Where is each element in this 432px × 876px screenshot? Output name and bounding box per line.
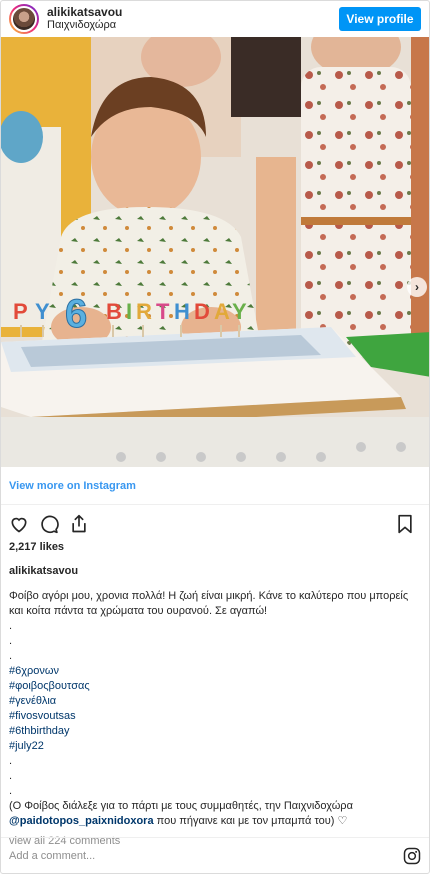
caption: Φοίβο αγόρι μου, χρονια πολλά! Η ζωή είν… — [1, 589, 429, 829]
location[interactable]: Παιχνιδοχώρα — [47, 19, 339, 32]
svg-text:Y: Y — [35, 299, 50, 324]
birthday-photo-illustration: P Y 6 B I R T H D A Y — [1, 37, 429, 467]
instagram-embed: alikikatsavou Παιχνιδοχώρα View profile — [0, 0, 430, 874]
bookmark-icon — [398, 514, 412, 534]
svg-text:R: R — [136, 299, 152, 324]
svg-text:A: A — [214, 299, 230, 324]
svg-text:D: D — [194, 299, 210, 324]
instagram-icon[interactable] — [403, 847, 421, 865]
view-more-link[interactable]: View more on Instagram — [9, 480, 136, 492]
post-photo[interactable]: P Y 6 B I R T H D A Y › — [1, 37, 429, 467]
chevron-right-icon: › — [415, 280, 419, 294]
caption-username[interactable]: alikikatsavou — [1, 565, 429, 577]
comment-icon — [41, 515, 59, 534]
hashtag-link[interactable]: #6χρονων — [9, 664, 421, 679]
svg-text:P: P — [13, 299, 28, 324]
view-more-link-row: View more on Instagram — [1, 467, 429, 505]
caption-text: Φοίβο αγόρι μου, χρονια πολλά! Η ζωή είν… — [9, 590, 409, 617]
next-image-button[interactable]: › — [407, 277, 427, 297]
comment-bar: Add a comment... — [1, 837, 429, 873]
save-button[interactable] — [393, 512, 417, 536]
caption-dot: . — [9, 650, 13, 662]
username[interactable]: alikikatsavou — [47, 6, 339, 19]
action-bar — [1, 509, 429, 539]
avatar[interactable] — [9, 4, 39, 34]
view-profile-button[interactable]: View profile — [339, 7, 421, 31]
comment-button[interactable] — [37, 512, 61, 536]
share-button[interactable] — [67, 512, 91, 536]
avatar-image — [11, 6, 37, 32]
svg-text:B: B — [106, 299, 122, 324]
mention-link[interactable]: @paidotopos_paixnidoxora — [9, 815, 154, 827]
hashtag-link[interactable]: #6thbirthday — [9, 724, 421, 739]
likes-count[interactable]: 2,217 likes — [1, 539, 429, 555]
caption-dot: . — [9, 785, 13, 797]
svg-text:Y: Y — [232, 299, 247, 324]
hashtag-link[interactable]: #φοιβοςβουτσας — [9, 679, 421, 694]
hashtag-link[interactable]: #fivosvoutsas — [9, 709, 421, 724]
like-button[interactable] — [7, 512, 31, 536]
hashtag-link[interactable]: #july22 — [9, 739, 421, 754]
candle-number: 6 — [65, 292, 87, 336]
caption-dot: . — [9, 770, 13, 782]
user-block: alikikatsavou Παιχνιδοχώρα — [47, 6, 339, 32]
post-header: alikikatsavou Παιχνιδοχώρα View profile — [1, 1, 429, 37]
caption-closing: (Ο Φοίβος διάλεξε για το πάρτι με τους σ… — [9, 799, 421, 829]
caption-dot: . — [9, 635, 13, 647]
heart-icon — [11, 517, 27, 533]
caption-dot: . — [9, 620, 13, 632]
hashtag-link[interactable]: #γενέθλια — [9, 694, 421, 709]
add-comment-input[interactable]: Add a comment... — [9, 850, 403, 862]
svg-text:T: T — [156, 299, 170, 324]
svg-text:H: H — [174, 299, 190, 324]
caption-dot: . — [9, 755, 13, 767]
svg-text:I: I — [126, 299, 132, 324]
caption-closing-end: που πήγαινε και με τον μπαμπά του) ♡ — [156, 815, 348, 827]
caption-closing-start: (Ο Φοίβος διάλεξε για το πάρτι με τους σ… — [9, 800, 353, 812]
share-icon — [72, 514, 86, 533]
